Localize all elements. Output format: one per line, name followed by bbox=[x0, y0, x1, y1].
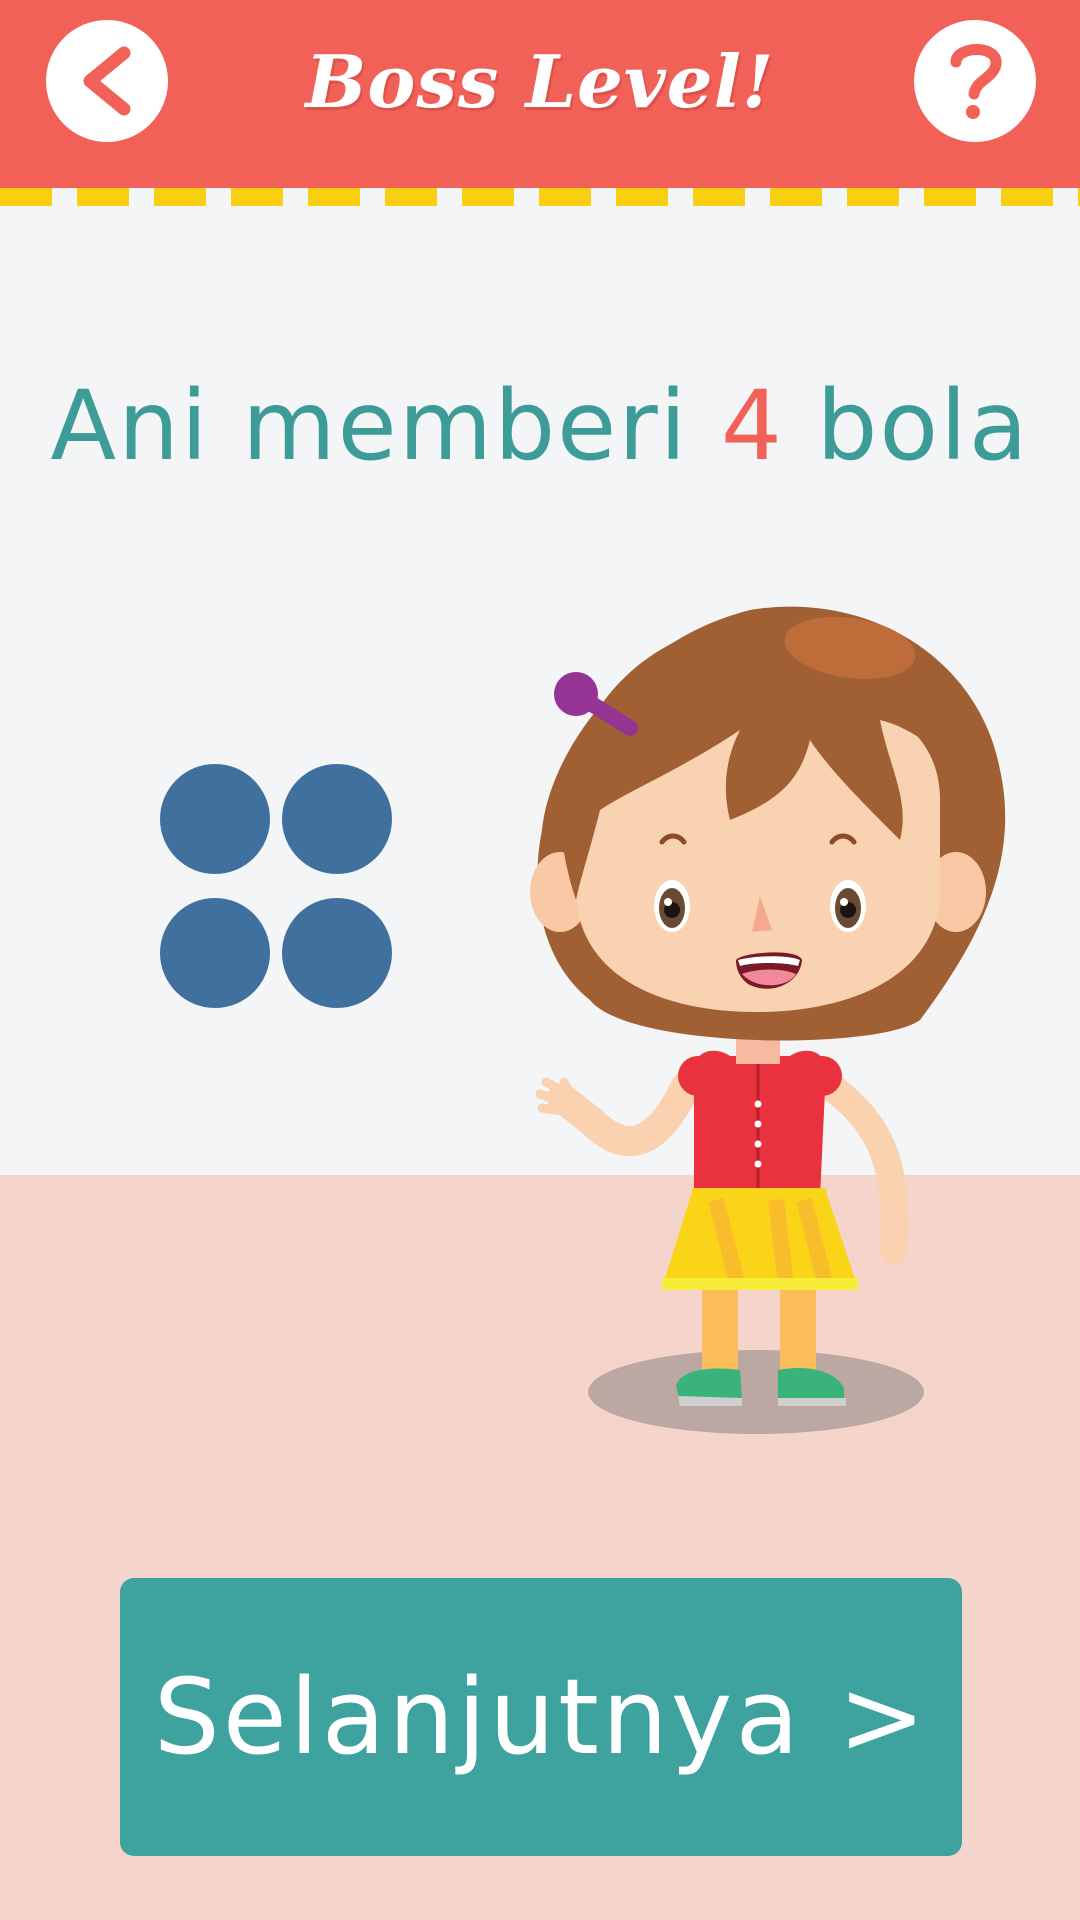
help-button[interactable] bbox=[914, 20, 1036, 142]
ball-icon bbox=[282, 898, 392, 1008]
ball-group bbox=[160, 764, 392, 1008]
ball-icon bbox=[160, 898, 270, 1008]
header-bar: Boss Level! bbox=[0, 0, 1080, 206]
ball-icon bbox=[282, 764, 392, 874]
page-title: Boss Level! bbox=[305, 38, 775, 124]
question-text: Ani memberi 4 bola bbox=[0, 370, 1080, 482]
girl-character-illustration bbox=[530, 606, 1006, 1434]
question-mark-icon bbox=[950, 44, 1002, 119]
question-number: 4 bbox=[720, 370, 784, 482]
header-dashed-stripe bbox=[0, 188, 1080, 206]
chevron-left-icon bbox=[83, 46, 131, 116]
question-prefix: Ani memberi bbox=[50, 370, 721, 482]
question-suffix: bola bbox=[783, 370, 1030, 482]
back-button[interactable] bbox=[46, 20, 168, 142]
next-button[interactable]: Selanjutnya > bbox=[120, 1578, 962, 1856]
ball-icon bbox=[160, 764, 270, 874]
